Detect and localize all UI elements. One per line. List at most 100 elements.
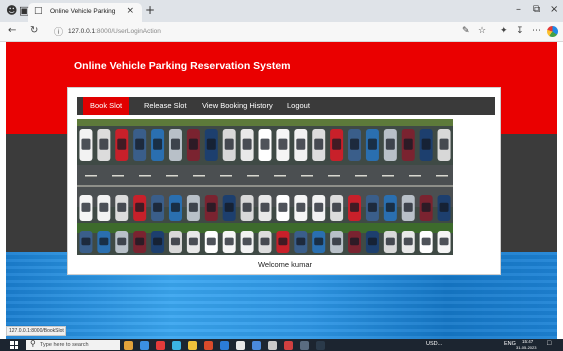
menu-logout[interactable]: Logout xyxy=(280,97,317,115)
car-window-shape xyxy=(224,202,234,212)
car-window-shape xyxy=(81,138,91,150)
browser-tab[interactable]: □ Online Vehicle Parking × xyxy=(28,3,142,22)
car-window-shape xyxy=(350,237,360,246)
car-window-shape xyxy=(153,237,163,246)
user-icon[interactable]: ☻ xyxy=(6,4,17,18)
lane-marking xyxy=(85,175,97,177)
app-icon[interactable] xyxy=(220,341,229,350)
lane-marking xyxy=(328,175,340,177)
refresh-icon[interactable]: ↻ xyxy=(30,25,38,36)
car-window-shape xyxy=(332,202,342,212)
close-icon[interactable]: × xyxy=(126,6,134,16)
app-icon[interactable] xyxy=(204,341,213,350)
car-window-shape xyxy=(135,138,145,150)
lane-marking xyxy=(274,175,286,177)
app-icon[interactable] xyxy=(268,341,277,350)
menu-book-slot[interactable]: Book Slot xyxy=(83,97,130,115)
menu-release-slot[interactable]: Release Slot xyxy=(137,97,194,115)
favorite-icon[interactable]: ☆ xyxy=(478,26,486,36)
window-close-icon[interactable]: × xyxy=(550,4,558,15)
car-window-shape xyxy=(224,138,234,150)
downloads-icon[interactable]: ↧ xyxy=(516,26,524,36)
more-icon[interactable]: ⋯ xyxy=(532,26,541,36)
car-window-shape xyxy=(242,202,252,212)
car-window-shape xyxy=(170,138,180,150)
tray-time[interactable]: 15:47 xyxy=(522,339,533,344)
car-window-shape xyxy=(403,138,413,150)
lane-marking xyxy=(382,175,394,177)
car-window-shape xyxy=(367,138,377,150)
app-icon[interactable] xyxy=(172,341,181,350)
web-page: Online Vehicle Parking Reservation Syste… xyxy=(6,42,557,339)
tray-weather[interactable]: USD... xyxy=(426,341,442,347)
car-window-shape xyxy=(350,202,360,212)
collections-icon[interactable]: ✦ xyxy=(500,26,508,36)
content-card: Book Slot Release Slot View Booking Hist… xyxy=(67,87,501,275)
read-aloud-icon[interactable]: ✎ xyxy=(462,26,470,36)
minimize-icon[interactable]: – xyxy=(516,4,521,15)
car-window-shape xyxy=(350,138,360,150)
car-window-shape xyxy=(314,237,324,246)
new-tab-icon[interactable]: + xyxy=(145,3,155,17)
status-url: 127.0.0.1:8000/BookSlot xyxy=(6,326,66,336)
car-window-shape xyxy=(99,138,109,150)
car-window-shape xyxy=(153,138,163,150)
info-icon[interactable]: ⓘ xyxy=(54,25,63,38)
app-icon[interactable] xyxy=(316,341,325,350)
app-icon[interactable] xyxy=(300,341,309,350)
lane-marking xyxy=(139,175,151,177)
taskbar-search-placeholder: Type here to search xyxy=(40,342,89,348)
car-window-shape xyxy=(260,237,270,246)
car-window-shape xyxy=(242,237,252,246)
car-window-shape xyxy=(332,138,342,150)
app-icon[interactable] xyxy=(156,341,165,350)
car-window-shape xyxy=(367,202,377,212)
lane-marking xyxy=(247,175,259,177)
tray-date[interactable]: 31-05-2023 xyxy=(516,345,536,350)
windows-start-icon[interactable] xyxy=(10,341,18,349)
url-path: :8000/UserLoginAction xyxy=(95,28,161,35)
url-field[interactable]: ⓘ 127.0.0.1:8000/UserLoginAction xyxy=(54,25,484,39)
parking-lot-image xyxy=(77,119,453,255)
car-window-shape xyxy=(188,202,198,212)
car-window-shape xyxy=(188,237,198,246)
car-window-shape xyxy=(296,237,306,246)
restore-icon[interactable]: ⧉ xyxy=(533,4,540,15)
car-window-shape xyxy=(314,138,324,150)
car-window-shape xyxy=(278,138,288,150)
car-window-shape xyxy=(170,237,180,246)
car-window-shape xyxy=(296,138,306,150)
lane-marking xyxy=(112,175,124,177)
notification-icon[interactable]: □ xyxy=(547,340,551,347)
car-window-shape xyxy=(278,237,288,246)
car-window-shape xyxy=(242,138,252,150)
car-window-shape xyxy=(296,202,306,212)
edge-icon[interactable] xyxy=(547,26,558,37)
app-icon[interactable] xyxy=(236,341,245,350)
car-window-shape xyxy=(439,202,449,212)
app-icon[interactable] xyxy=(284,341,293,350)
car-window-shape xyxy=(421,237,431,246)
tray-language[interactable]: ENG xyxy=(504,341,516,347)
app-icon[interactable] xyxy=(140,341,149,350)
lane-marking xyxy=(355,175,367,177)
car-window-shape xyxy=(385,202,395,212)
car-window-shape xyxy=(117,202,127,212)
lane-marking xyxy=(409,175,421,177)
app-icon[interactable] xyxy=(252,341,261,350)
app-icon[interactable] xyxy=(124,341,133,350)
car-window-shape xyxy=(385,138,395,150)
taskbar-search[interactable]: ⚲ Type here to search xyxy=(26,339,120,350)
car-window-shape xyxy=(81,202,91,212)
menu-view-booking-history[interactable]: View Booking History xyxy=(195,97,280,115)
car-window-shape xyxy=(206,237,216,246)
car-window-shape xyxy=(314,202,324,212)
car-window-shape xyxy=(439,237,449,246)
lane-marking xyxy=(166,175,178,177)
app-icon[interactable] xyxy=(188,341,197,350)
car-window-shape xyxy=(332,237,342,246)
car-window-shape xyxy=(385,237,395,246)
back-icon[interactable]: ← xyxy=(8,25,16,36)
car-window-shape xyxy=(224,237,234,246)
car-window-shape xyxy=(135,237,145,246)
